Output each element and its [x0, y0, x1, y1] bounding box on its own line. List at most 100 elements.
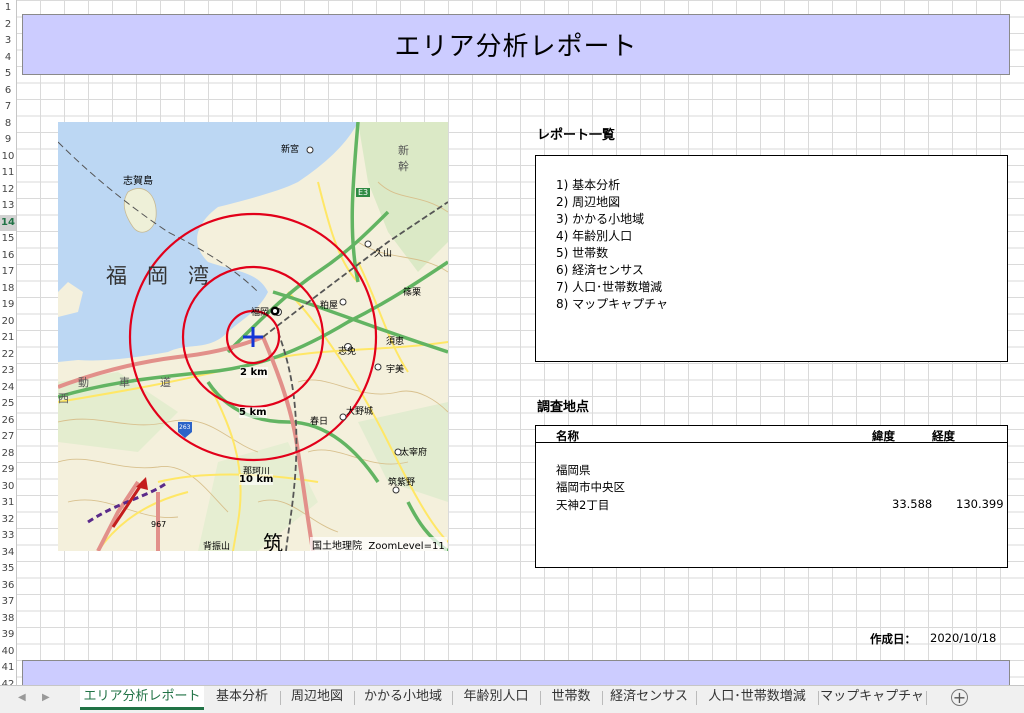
title-band: エリア分析レポート	[22, 14, 1010, 75]
row-number[interactable]: 30	[0, 479, 16, 496]
tab-small-areas[interactable]: かかる小地域	[356, 686, 450, 710]
row-number[interactable]: 40	[0, 644, 16, 661]
row-number[interactable]: 19	[0, 297, 16, 314]
row-number[interactable]: 11	[0, 165, 16, 182]
row-number[interactable]: 34	[0, 545, 16, 562]
row-number[interactable]: 33	[0, 528, 16, 545]
report-item[interactable]: 3) かかる小地域	[556, 210, 644, 227]
report-item[interactable]: 2) 周辺地図	[556, 193, 620, 210]
tab-households[interactable]: 世帯数	[542, 686, 600, 710]
row-number[interactable]: 39	[0, 627, 16, 644]
map-label-hisayama: 久山	[374, 249, 393, 259]
tab-separator	[696, 691, 697, 705]
row-number[interactable]: 24	[0, 380, 16, 397]
tab-separator	[602, 691, 603, 705]
row-number[interactable]: 27	[0, 429, 16, 446]
map-label-fukuoka-bay: 福岡湾	[106, 264, 229, 288]
map-label-onojo: 大野城	[346, 407, 374, 417]
map-label-chiku: 筑	[263, 531, 283, 551]
row-number[interactable]: 20	[0, 314, 16, 331]
tab-area-report[interactable]: エリア分析レポート	[80, 686, 204, 710]
ring-label-5km: 5 km	[239, 407, 267, 418]
map-label-shikanoshima: 志賀島	[123, 176, 153, 187]
map-label-route263: 263	[179, 424, 191, 431]
tab-separator	[926, 691, 927, 705]
location-col-lat: 緯度	[872, 429, 895, 443]
row-number[interactable]: 3	[0, 33, 16, 50]
map-label-sue: 須恵	[386, 337, 405, 347]
tab-map-capture[interactable]: マップキャプチャ	[820, 686, 924, 710]
row-number[interactable]: 9	[0, 132, 16, 149]
report-item[interactable]: 4) 年齢別人口	[556, 227, 632, 244]
location-col-lon: 経度	[932, 429, 955, 443]
add-sheet-icon[interactable]: +	[951, 689, 968, 706]
tab-population-change[interactable]: 人口･世帯数増減	[698, 686, 816, 710]
report-item[interactable]: 7) 人口･世帯数増減	[556, 278, 662, 295]
row-number[interactable]: 22	[0, 347, 16, 364]
map-label-chikushino: 筑紫野	[388, 478, 416, 488]
row-number[interactable]: 35	[0, 561, 16, 578]
report-item[interactable]: 6) 経済センサス	[556, 261, 644, 278]
location-lat-value: 33.588	[892, 497, 933, 511]
report-list-box: 1) 基本分析 2) 周辺地図 3) かかる小地域 4) 年齢別人口 5) 世帯…	[535, 155, 1008, 362]
row-number[interactable]: 38	[0, 611, 16, 628]
row-header[interactable]: 1 2 3 4 5 6 7 8 9 10 11 12 13 14 15 16 17 18 19 20 21 22 23 24 2…	[0, 0, 17, 685]
tab-separator	[354, 691, 355, 705]
row-number[interactable]: 21	[0, 330, 16, 347]
row-number[interactable]: 41	[0, 660, 16, 677]
row-number[interactable]: 7	[0, 99, 16, 116]
tab-separator	[540, 691, 541, 705]
tab-age-population[interactable]: 年齢別人口	[454, 686, 538, 710]
tab-separator	[818, 691, 819, 705]
spreadsheet-grid[interactable]: 1 2 3 4 5 6 7 8 9 10 11 12 13 14 15 16 17 18 19 20 21 22 23 24 2…	[0, 0, 1024, 685]
tab-separator	[452, 691, 453, 705]
row-number[interactable]: 4	[0, 50, 16, 67]
map-label-shingu: 新宮	[281, 145, 300, 155]
report-list-heading: レポート一覧	[537, 128, 616, 143]
row-number[interactable]: 12	[0, 182, 16, 199]
map-label-jidosha: 動車道	[78, 376, 171, 389]
created-label: 作成日：	[870, 632, 916, 646]
row-number[interactable]: 28	[0, 446, 16, 463]
row-number[interactable]: 15	[0, 231, 16, 248]
row-number[interactable]: 16	[0, 248, 16, 265]
prev-sheet-icon[interactable]: ◀	[18, 692, 26, 703]
map-label-dazaifu: 太宰府	[400, 448, 428, 458]
row-number[interactable]: 37	[0, 594, 16, 611]
map-label-fukuoka: 福岡	[251, 308, 270, 318]
row-number[interactable]: 26	[0, 413, 16, 430]
tab-economic-census[interactable]: 経済センサス	[604, 686, 694, 710]
row-number[interactable]: 2	[0, 17, 16, 34]
location-box: 名称 緯度 経度 福岡県 福岡市中央区 天神2丁目 33.588 130.399	[535, 425, 1008, 568]
row-number[interactable]: 13	[0, 198, 16, 215]
map-label-kasuga: 春日	[310, 417, 329, 427]
row-number[interactable]: 8	[0, 116, 16, 133]
area-map: 志賀島 福岡湾 新宮 粕屋 久山 篠栗 福岡 志免 須恵 宇美 春日 大野城 太…	[58, 122, 448, 551]
location-prefecture: 福岡県	[556, 463, 591, 477]
row-number[interactable]: 32	[0, 512, 16, 529]
row-number[interactable]: 1	[0, 0, 16, 17]
ring-label-2km: 2 km	[240, 367, 268, 378]
row-number[interactable]: 14	[0, 214, 16, 231]
row-number[interactable]: 29	[0, 462, 16, 479]
row-number[interactable]: 17	[0, 264, 16, 281]
row-number[interactable]: 25	[0, 396, 16, 413]
tab-surrounding-map[interactable]: 周辺地図	[282, 686, 352, 710]
report-item[interactable]: 5) 世帯数	[556, 244, 608, 261]
sheet-tab-bar: ◀ ▶ エリア分析レポート 基本分析 周辺地図 かかる小地域 年齢別人口 世帯数…	[0, 685, 1024, 713]
row-number[interactable]: 42	[0, 677, 16, 686]
row-number[interactable]: 10	[0, 149, 16, 166]
row-number[interactable]: 36	[0, 578, 16, 595]
report-item[interactable]: 1) 基本分析	[556, 176, 620, 193]
row-number[interactable]: 31	[0, 495, 16, 512]
row-number[interactable]: 6	[0, 83, 16, 100]
report-item[interactable]: 8) マップキャプチャ	[556, 295, 668, 312]
ring-label-10km: 10 km	[239, 474, 274, 485]
location-lon-value: 130.399	[956, 497, 1004, 511]
map-label-peak967: 967	[151, 520, 167, 529]
row-number[interactable]: 23	[0, 363, 16, 380]
row-number[interactable]: 5	[0, 66, 16, 83]
row-number[interactable]: 18	[0, 281, 16, 298]
next-sheet-icon[interactable]: ▶	[42, 692, 50, 703]
tab-basic-analysis[interactable]: 基本分析	[206, 686, 278, 710]
